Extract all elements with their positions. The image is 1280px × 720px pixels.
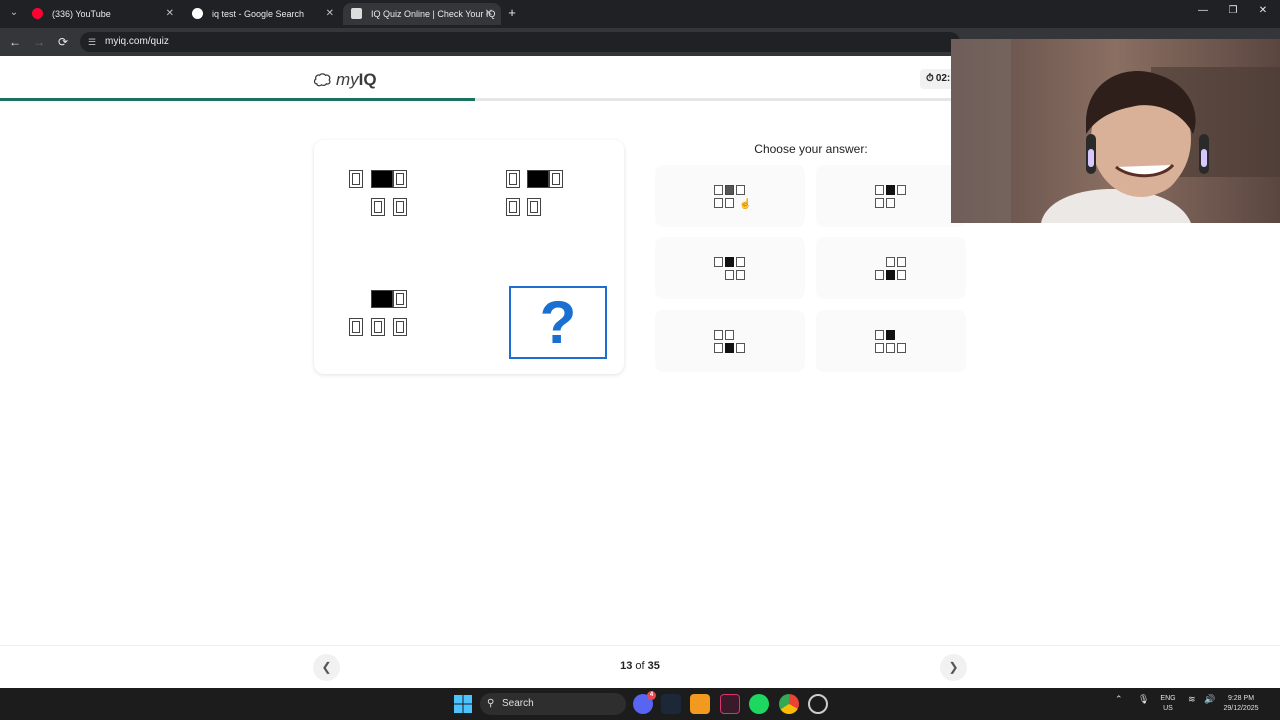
google-icon (192, 8, 203, 19)
close-icon[interactable]: ✕ (166, 3, 174, 25)
clock-date: 29/12/2025 (1223, 705, 1259, 712)
answer-option-4[interactable] (816, 237, 966, 299)
answer-option-3[interactable] (655, 237, 805, 299)
taskbar-search[interactable]: ⚲ Search (480, 693, 626, 715)
quiz-footer: ❮ 13 of 35 ❯ (0, 645, 1280, 688)
answer-option-6[interactable] (816, 310, 966, 372)
answer-option-2[interactable] (816, 165, 966, 227)
system-clock[interactable]: 9:28 PM 29/12/2025 (1220, 694, 1262, 714)
spotify-icon[interactable] (749, 694, 769, 714)
missing-item-box: ? (509, 286, 607, 359)
taskbar: ⚲ Search 4 ⌃ 🎙 ENG US ≋ 🔊 9:28 PM 29/12/… (0, 688, 1280, 720)
clock-time: 9:28 PM (1227, 695, 1255, 702)
language-code: ENG (1160, 695, 1176, 702)
puzzle-card: ? (314, 140, 624, 374)
discord-badge: 4 (647, 691, 656, 700)
region-code: US (1163, 705, 1173, 712)
browser-tab-bar: ⌄ (336) YouTube ✕ iq test - Google Searc… (0, 0, 1280, 28)
forward-icon[interactable]: → (31, 34, 47, 50)
current-question: 13 (620, 660, 633, 672)
launcher-icon[interactable] (690, 694, 710, 714)
chevron-left-icon: ❮ (321, 660, 332, 674)
back-icon[interactable]: ← (7, 34, 23, 50)
windows-start-icon[interactable] (454, 695, 472, 713)
wifi-icon[interactable]: ≋ (1188, 694, 1196, 705)
myiq-icon (351, 8, 362, 19)
editor-icon[interactable] (720, 694, 740, 714)
myiq-logo[interactable]: myIQ (313, 68, 377, 92)
reload-icon[interactable]: ⟳ (55, 34, 71, 50)
tab-title: iq test - Google Search (212, 9, 305, 19)
stopwatch-icon: ⏱ (926, 73, 934, 84)
answer-option-5[interactable] (655, 310, 805, 372)
question-mark: ? (539, 288, 577, 356)
minimize-icon[interactable]: — (1196, 5, 1210, 16)
address-bar[interactable]: ☰ myiq.com/quiz (80, 32, 960, 52)
timer-text: 02: (935, 73, 951, 84)
new-tab-button[interactable]: + (505, 5, 519, 21)
tab-google-search[interactable]: iq test - Google Search ✕ (184, 3, 342, 25)
webcam-overlay (951, 39, 1280, 223)
steam-icon[interactable] (661, 694, 681, 714)
answer-prompt: Choose your answer: (754, 142, 868, 156)
site-info-icon[interactable]: ☰ (88, 36, 100, 48)
discord-icon[interactable]: 4 (633, 691, 656, 714)
logo-my-text: my (336, 70, 359, 89)
tab-search-icon[interactable]: ⌄ (6, 5, 22, 21)
progress-fill (0, 98, 475, 101)
close-window-icon[interactable]: ✕ (1256, 5, 1270, 16)
brain-icon (313, 73, 331, 87)
logo-iq-text: IQ (358, 70, 377, 89)
tab-iq-quiz[interactable]: IQ Quiz Online | Check Your IQ ✕ (343, 3, 501, 25)
language-indicator[interactable]: ENG US (1158, 694, 1178, 714)
close-icon[interactable]: ✕ (485, 3, 493, 25)
question-counter: 13 of 35 (560, 660, 720, 672)
hand-cursor-icon: ☝ (739, 199, 752, 210)
chevron-up-icon[interactable]: ⌃ (1115, 694, 1123, 705)
answer-option-1[interactable]: ☝ (655, 165, 805, 227)
restore-icon[interactable]: ❐ (1226, 5, 1240, 16)
url-text: myiq.com/quiz (105, 36, 169, 47)
youtube-icon (32, 8, 43, 19)
chrome-icon[interactable] (779, 694, 799, 714)
tab-title: IQ Quiz Online | Check Your IQ (371, 9, 496, 19)
tab-youtube[interactable]: (336) YouTube ✕ (24, 3, 182, 25)
search-icon: ⚲ (487, 698, 495, 709)
next-question-button[interactable]: ❯ (940, 654, 967, 681)
total-questions: 35 (647, 660, 660, 672)
tab-title: (336) YouTube (52, 9, 111, 19)
previous-question-button[interactable]: ❮ (313, 654, 340, 681)
taskbar-search-label: Search (502, 698, 534, 709)
obs-icon[interactable] (808, 694, 828, 714)
close-icon[interactable]: ✕ (326, 3, 334, 25)
chevron-right-icon: ❯ (948, 660, 959, 674)
volume-icon[interactable]: 🔊 (1204, 694, 1215, 705)
webcam-person-image (951, 39, 1280, 223)
counter-separator: of (635, 660, 645, 672)
microphone-icon[interactable]: 🎙 (1138, 694, 1149, 705)
